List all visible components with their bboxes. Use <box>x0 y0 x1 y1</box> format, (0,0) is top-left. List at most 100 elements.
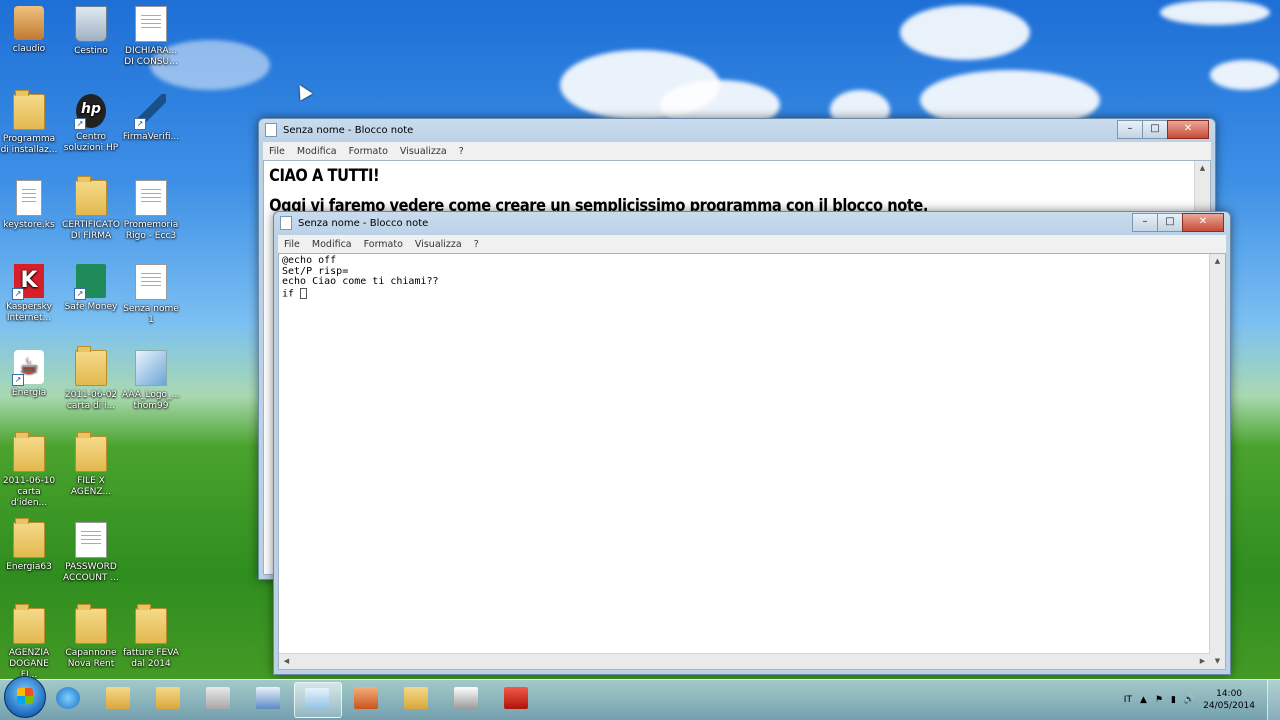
desktop-icon-label: AAA_Logo_... thom99 <box>122 390 181 411</box>
desktop-icon-dichiarazione[interactable]: DICHIARA... DI CONSU... <box>122 6 180 68</box>
taskbar-explorer[interactable] <box>96 682 142 716</box>
scroll-up-icon[interactable]: ▲ <box>1195 161 1210 176</box>
volume-icon[interactable]: 🔊 <box>1184 695 1195 705</box>
desktop-icon-label: 2011-06-02 carta di i... <box>64 390 118 411</box>
start-button[interactable] <box>4 676 46 718</box>
mouse-pointer-icon <box>293 81 313 101</box>
maximize-button[interactable]: □ <box>1157 213 1183 232</box>
text-area[interactable]: @echo off Set/P risp= echo Ciao come ti … <box>278 253 1226 670</box>
menu-modifica[interactable]: Modifica <box>291 146 343 157</box>
menu-visualizza[interactable]: Visualizza <box>394 146 453 157</box>
minimize-button[interactable]: – <box>1132 213 1158 232</box>
desktop-icon-safe-money[interactable]: ↗ Safe Money <box>62 264 120 313</box>
minimize-button[interactable]: – <box>1117 120 1143 139</box>
user-icon <box>14 6 44 40</box>
image-icon <box>135 350 167 386</box>
taskbar-acrobat[interactable] <box>494 682 540 716</box>
desktop-icon-label: Senza nome 1 <box>123 304 179 325</box>
desktop-icon-energia63[interactable]: Energia63 <box>0 518 58 573</box>
desktop-icon-agenzia-dogane[interactable]: AGENZIA DOGANE FI... <box>0 604 58 681</box>
desktop-icon-label: Energia63 <box>6 562 52 572</box>
desktop-icon-firmaverifica[interactable]: ↗ FirmaVerifi... <box>122 94 180 143</box>
show-hidden-icons-icon[interactable]: ▲ <box>1140 695 1147 705</box>
window-title: Senza nome - Blocco note <box>283 124 414 136</box>
maximize-button[interactable]: □ <box>1142 120 1168 139</box>
show-desktop-button[interactable] <box>1267 680 1280 720</box>
folder-icon <box>75 176 107 216</box>
desktop-icon-file-x-agenzia[interactable]: FILE X AGENZ... <box>62 432 120 498</box>
desktop-icon-label: Energia <box>11 388 47 398</box>
desktop-icon-aaa-logo[interactable]: AAA_Logo_... thom99 <box>122 350 180 412</box>
desktop-icon-kaspersky[interactable]: ↗ Kaspersky Internet... <box>0 264 58 324</box>
desktop-icon-hp[interactable]: ↗ Centro soluzioni HP <box>62 94 120 154</box>
file-icon <box>16 180 42 216</box>
taskbar-documents[interactable] <box>196 682 242 716</box>
desktop-icon-fatture-feva[interactable]: fatture FEVA dal 2014 <box>122 604 180 670</box>
document-icon <box>135 180 167 216</box>
desktop-icon-capannone[interactable]: Capannone Nova Rent <box>62 604 120 670</box>
vertical-scrollbar[interactable]: ▲ ▼ <box>1209 254 1225 669</box>
desktop-icon-label: DICHIARA... DI CONSU... <box>124 46 178 67</box>
desktop-icon-keystore[interactable]: keystore.ks <box>0 180 58 231</box>
taskbar-folder-2[interactable] <box>394 682 440 716</box>
desktop-icon-label: Cestino <box>74 46 108 56</box>
window-controls: – □ ✕ <box>1132 213 1224 232</box>
desktop-icon-label: Promemoria Rigo - Ecc3 <box>123 220 179 241</box>
clock-date: 24/05/2014 <box>1203 701 1255 711</box>
menu-file[interactable]: File <box>278 239 306 250</box>
folder-icon <box>13 604 45 644</box>
taskbar-publisher[interactable] <box>246 682 292 716</box>
desktop-icon-password-account[interactable]: PASSWORD ACCOUNT ... <box>62 522 120 584</box>
title-bar[interactable]: Senza nome - Blocco note <box>259 119 1215 141</box>
system-tray: IT ▲ ⚑ ▮ 🔊 14:00 24/05/2014 <box>1124 680 1280 720</box>
network-icon[interactable]: ▮ <box>1171 695 1176 705</box>
desktop-icon-label: claudio <box>12 44 46 54</box>
folder-icon <box>404 687 428 709</box>
folder-icon <box>13 518 45 558</box>
clock[interactable]: 14:00 24/05/2014 <box>1203 688 1255 712</box>
window-title: Senza nome - Blocco note <box>298 217 429 229</box>
notepad-window-front[interactable]: Senza nome - Blocco note – □ ✕ File Modi… <box>273 211 1231 675</box>
desktop-icon-label: fatture FEVA dal 2014 <box>123 648 179 669</box>
menu-help[interactable]: ? <box>468 239 485 250</box>
publisher-icon <box>256 687 280 709</box>
menu-file[interactable]: File <box>263 146 291 157</box>
menu-help[interactable]: ? <box>453 146 470 157</box>
horizontal-scrollbar[interactable]: ◀ ▶ <box>279 653 1210 669</box>
taskbar-folder[interactable] <box>146 682 192 716</box>
desktop-icon-label: Kaspersky Internet... <box>6 302 52 323</box>
scroll-up-icon[interactable]: ▲ <box>1210 254 1225 269</box>
desktop-icon-carta-identita-0602[interactable]: 2011-06-02 carta di i... <box>62 346 120 412</box>
desktop-icon-energia[interactable]: ↗ Energia <box>0 350 58 399</box>
taskbar-archive[interactable] <box>444 682 490 716</box>
taskbar-office[interactable] <box>344 682 390 716</box>
menu-modifica[interactable]: Modifica <box>306 239 358 250</box>
menu-visualizza[interactable]: Visualizza <box>409 239 468 250</box>
script-text: @echo off Set/P risp= echo Ciao come ti … <box>279 254 1225 302</box>
close-button[interactable]: ✕ <box>1182 213 1224 232</box>
language-indicator[interactable]: IT <box>1124 695 1132 705</box>
folder-icon <box>135 604 167 644</box>
scroll-right-icon[interactable]: ▶ <box>1195 654 1210 669</box>
text-cursor <box>300 287 308 299</box>
menu-formato[interactable]: Formato <box>358 239 409 250</box>
scroll-left-icon[interactable]: ◀ <box>279 654 294 669</box>
scroll-down-icon[interactable]: ▼ <box>1210 654 1225 669</box>
desktop-icon-claudio[interactable]: claudio <box>0 6 58 55</box>
desktop-icon-senza-nome-1[interactable]: Senza nome 1 <box>122 264 180 326</box>
title-bar[interactable]: Senza nome - Blocco note <box>274 212 1230 234</box>
desktop-icon-label: FirmaVerifi... <box>122 132 180 142</box>
taskbar-internet-explorer[interactable] <box>46 682 92 716</box>
close-button[interactable]: ✕ <box>1167 120 1209 139</box>
menu-formato[interactable]: Formato <box>343 146 394 157</box>
desktop-icon-label: Centro soluzioni HP <box>63 132 119 153</box>
desktop-icon-recycle-bin[interactable]: Cestino <box>62 6 120 57</box>
desktop-icon-label: keystore.ks <box>3 220 55 230</box>
desktop-icon-carta-identita-0610[interactable]: 2011-06-10 carta d'iden... <box>0 432 58 509</box>
taskbar-notepad[interactable] <box>294 682 342 718</box>
desktop-icon-certificato[interactable]: CERTIFICATO DI FIRMA <box>62 176 120 242</box>
flag-icon[interactable]: ⚑ <box>1155 695 1163 705</box>
desktop-icon-programma[interactable]: Programma di installaz... <box>0 90 58 156</box>
desktop-icon-promemoria[interactable]: Promemoria Rigo - Ecc3 <box>122 180 180 242</box>
window-controls: – □ ✕ <box>1117 120 1209 139</box>
